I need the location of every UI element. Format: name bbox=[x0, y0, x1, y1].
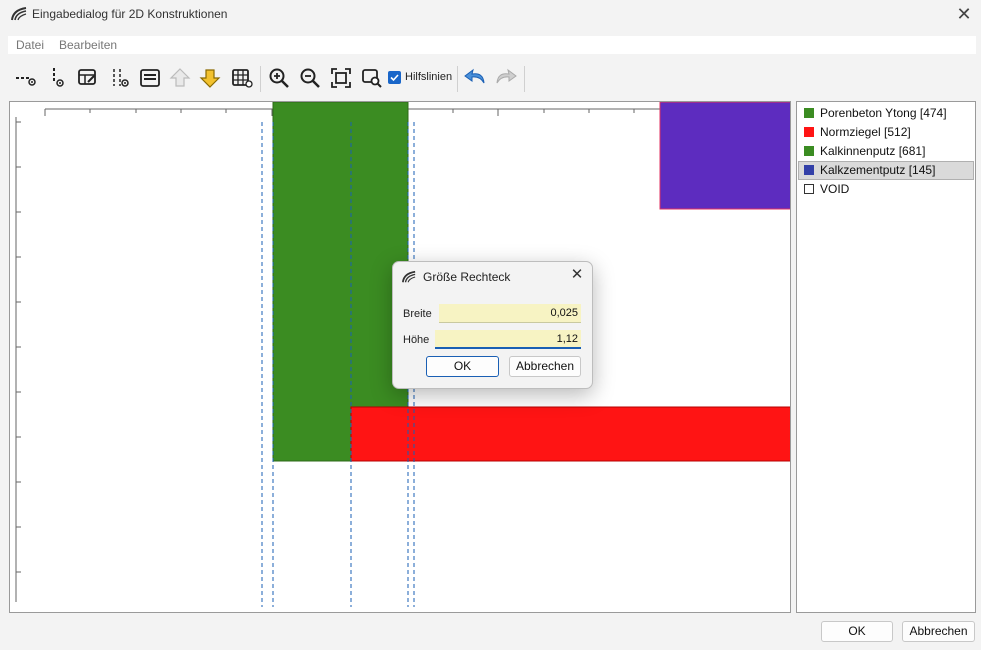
size-dialog: Größe Rechteck ✕ Breite Höhe OK Abbreche… bbox=[392, 261, 593, 389]
cancel-button[interactable]: Abbrechen bbox=[902, 621, 975, 642]
hoehe-label: Höhe bbox=[403, 334, 430, 346]
legend-label: Normziegel [512] bbox=[820, 125, 911, 139]
app-logo-icon bbox=[402, 270, 416, 283]
point-vertical-icon[interactable] bbox=[46, 66, 70, 90]
window-close-button[interactable]: ✕ bbox=[951, 2, 977, 26]
toolbar-separator bbox=[524, 66, 525, 92]
ok-button[interactable]: OK bbox=[821, 621, 893, 642]
grid-icon[interactable] bbox=[230, 66, 254, 90]
menu-bearbeiten[interactable]: Bearbeiten bbox=[59, 38, 117, 52]
undo-icon[interactable] bbox=[463, 66, 487, 90]
hoehe-input[interactable] bbox=[435, 330, 581, 349]
normziegel-red-rect bbox=[350, 406, 790, 462]
color-swatch bbox=[804, 184, 814, 194]
legend-item-void[interactable]: VOID bbox=[798, 180, 974, 199]
arrow-down-icon[interactable] bbox=[198, 66, 222, 90]
legend-item-normziegel[interactable]: Normziegel [512] bbox=[798, 123, 974, 142]
app-logo-icon bbox=[11, 7, 27, 21]
color-swatch bbox=[804, 127, 814, 137]
legend-item-kalkzementputz[interactable]: Kalkzementputz [145] bbox=[798, 161, 974, 180]
edit-table-icon[interactable] bbox=[76, 66, 100, 90]
list-icon[interactable] bbox=[138, 66, 162, 90]
checkmark-icon bbox=[390, 74, 399, 82]
legend-item-porenbeton[interactable]: Porenbeton Ytong [474] bbox=[798, 104, 974, 123]
dialog-ok-button[interactable]: OK bbox=[426, 356, 499, 377]
dialog-title: Größe Rechteck bbox=[423, 270, 511, 284]
legend-label: Porenbeton Ytong [474] bbox=[820, 106, 947, 120]
toolbar-separator bbox=[260, 66, 261, 92]
redo-icon[interactable] bbox=[494, 66, 518, 90]
kalkzementputz-purple-rect bbox=[659, 102, 790, 210]
dialog-close-button[interactable]: ✕ bbox=[568, 266, 586, 284]
menu-datei[interactable]: Datei bbox=[16, 38, 44, 52]
color-swatch bbox=[804, 146, 814, 156]
menu-bar: Datei Bearbeiten bbox=[8, 36, 976, 54]
material-legend: Porenbeton Ytong [474] Normziegel [512] … bbox=[796, 101, 976, 613]
legend-label: Kalkzementputz [145] bbox=[820, 163, 936, 177]
color-swatch bbox=[804, 165, 814, 175]
legend-label: VOID bbox=[820, 182, 850, 196]
color-swatch bbox=[804, 108, 814, 118]
zoom-window-icon[interactable] bbox=[360, 66, 384, 90]
dialog-cancel-button[interactable]: Abbrechen bbox=[509, 356, 581, 377]
legend-label: Kalkinnenputz [681] bbox=[820, 144, 926, 158]
arrow-up-icon[interactable] bbox=[168, 66, 192, 90]
title-bar: Eingabedialog für 2D Konstruktionen ✕ bbox=[0, 0, 981, 30]
breite-label: Breite bbox=[403, 308, 432, 320]
zoom-fit-icon[interactable] bbox=[329, 66, 353, 90]
hilfslinien-checkbox[interactable] bbox=[388, 71, 401, 84]
zoom-in-icon[interactable] bbox=[267, 66, 291, 90]
left-ruler-ticks bbox=[16, 121, 21, 573]
breite-input[interactable] bbox=[439, 304, 581, 323]
hilfslinien-label: Hilfslinien bbox=[405, 71, 453, 83]
split-icon[interactable] bbox=[108, 66, 132, 90]
point-line-icon[interactable] bbox=[14, 66, 38, 90]
legend-item-kalkinnenputz[interactable]: Kalkinnenputz [681] bbox=[798, 142, 974, 161]
toolbar-separator bbox=[457, 66, 458, 92]
zoom-out-icon[interactable] bbox=[298, 66, 322, 90]
window-title: Eingabedialog für 2D Konstruktionen bbox=[32, 7, 228, 21]
toolbar: Hilfslinien bbox=[8, 62, 976, 94]
